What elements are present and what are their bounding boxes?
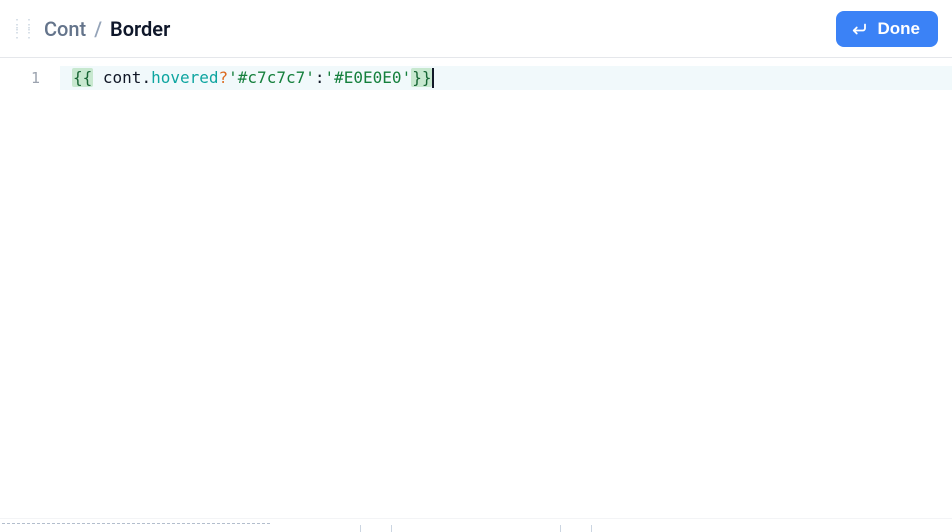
ruler-ticks	[560, 522, 592, 532]
question-token: ?	[219, 68, 229, 87]
property-token: hovered	[151, 68, 218, 87]
resize-bar[interactable]	[0, 518, 952, 532]
ruler-ticks	[360, 522, 392, 532]
code-line[interactable]: {{ cont.hovered?'#c7c7c7':'#E0E0E0'}}	[60, 66, 952, 90]
breadcrumb-current: Border	[110, 17, 170, 41]
done-button-label: Done	[878, 19, 921, 39]
text-cursor	[432, 68, 434, 88]
header-left: ⋮⋮⋮⋮ Cont / Border	[8, 17, 170, 41]
identifier-token: cont	[103, 68, 142, 87]
breadcrumb: Cont / Border	[44, 17, 170, 41]
line-number: 1	[0, 66, 60, 90]
string-token: '#c7c7c7'	[228, 68, 315, 87]
line-number-gutter: 1	[0, 58, 60, 518]
code-editor[interactable]: 1 {{ cont.hovered?'#c7c7c7':'#E0E0E0'}}	[0, 58, 952, 518]
done-button[interactable]: Done	[836, 11, 939, 47]
colon-token: :	[315, 68, 325, 87]
close-braces-token: }}	[411, 68, 432, 87]
breadcrumb-separator: /	[94, 17, 102, 41]
string-token: '#E0E0E0'	[325, 68, 412, 87]
breadcrumb-parent[interactable]: Cont	[44, 17, 86, 41]
dot-token: .	[141, 68, 151, 87]
editor-header: ⋮⋮⋮⋮ Cont / Border Done	[0, 0, 952, 58]
open-braces-token: {{	[72, 68, 93, 87]
code-content[interactable]: {{ cont.hovered?'#c7c7c7':'#E0E0E0'}}	[60, 58, 952, 518]
drag-handle-icon[interactable]: ⋮⋮⋮⋮	[8, 19, 36, 39]
return-icon	[850, 20, 868, 38]
resize-indicator	[2, 523, 270, 531]
